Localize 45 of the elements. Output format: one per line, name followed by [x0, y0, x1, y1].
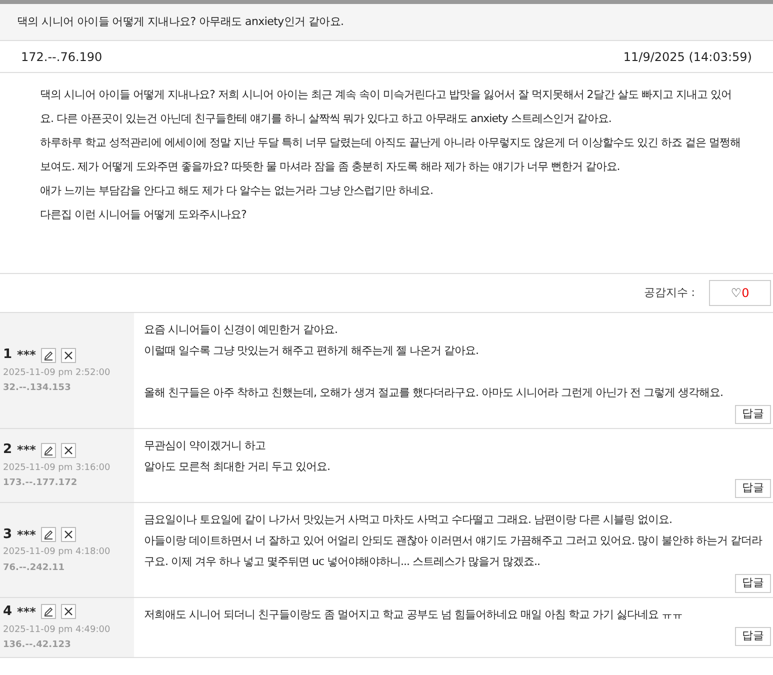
close-icon[interactable]	[60, 442, 76, 458]
comment-ip: 76.--.242.11	[3, 562, 66, 575]
reply-button[interactable]: 답글	[735, 405, 771, 424]
comment-time: 2025-11-09 pm 2:52:00	[3, 366, 112, 380]
edit-icon[interactable]	[40, 442, 56, 458]
comment-text: 알아도 모른척 최대한 거리 두고 있어요.	[144, 459, 331, 475]
comment-number: 2	[3, 441, 12, 460]
likes-label: 공감지수 :	[644, 284, 695, 301]
comment-text: 올해 친구들은 아주 착하고 친했는데, 오해가 생겨 절교를 했다더라구요. 아마도 시니어라 그런게 아닌가 전 그렇게 생각해요.	[144, 385, 724, 401]
close-icon[interactable]	[60, 348, 76, 362]
comment-time: 2025-11-09 pm 4:18:00	[3, 546, 112, 560]
comment-author: ***	[17, 604, 36, 621]
post-title: 댁의 시니어 아이들 어떻게 지내나요? 아무래도 anxiety인거 같아요.	[17, 14, 344, 30]
post-body-text: 애가 느끼는 부담감을 안다고 해도 제가 다 알수는 없는거라 그냥 안스럽기만 하네요.	[40, 183, 434, 199]
comment-time: 2025-11-09 pm 4:49:00	[3, 624, 112, 636]
comment-ip: 173.--.177.172	[3, 477, 78, 490]
edit-icon[interactable]	[40, 604, 56, 620]
comment-time: 2025-11-09 pm 3:16:00	[3, 462, 112, 475]
comment-text: 무관심이 약이겠거니 하고	[144, 438, 266, 454]
comment-text: 이럴때 일수록 그냥 맛있는거 해주고 편하게 해주는게 젤 나온거 같아요.	[144, 343, 480, 359]
post-date: 11/9/2025 (14:03:59)	[623, 48, 752, 66]
post-body-text: 댁의 시니어 아이들 어떻게 지내나요? 저희 시니어 아이는 최근 계속 속이 미슥거린다고 밥맛을 잃어서 잘 먹지못해서 2달간 살도 빠지고 지내고 있어요. 다른 아픈곳이 있는건 아닌데 친구들한테 얘기를 하니 살짝씩 뭐가 있다고 하고 아무래도 anxiety 스트레스인거 같아요.	[40, 87, 732, 127]
post-ip: 172.--.76.190	[21, 48, 102, 66]
comment-author: ***	[17, 347, 36, 364]
reply-button[interactable]: 답글	[735, 479, 771, 498]
comment-number: 3	[3, 526, 12, 544]
reply-button[interactable]: 답글	[735, 574, 771, 593]
post-body-text: 다른집 이런 시니어들 어떻게 도와주시나요?	[40, 207, 248, 223]
comment-ip: 136.--.42.123	[3, 639, 72, 652]
comment-number: 1	[3, 346, 12, 364]
edit-icon[interactable]	[40, 348, 56, 362]
close-icon[interactable]	[60, 604, 76, 620]
comment-author: ***	[17, 526, 36, 544]
post-body-text: 하루하루 학교 성적관리에 에세이에 정말 지난 두달 특히 너무 달렸는데 아직도 끝난게 아니라 아무렇지도 않은게 더 이상할수도 있긴 하죠 겉은 멀쩡해보여도. 제가 어떻게 도와주면 좋을까요? 따뜻한 물 마셔라 잠을 좀 충분히 자도록 해라 제가 하는 얘기가 너무 뻔한거 같아요.	[40, 135, 742, 175]
like-button[interactable]: ♡0	[709, 280, 771, 306]
comment-text: 아들이랑 데이트하면서 너 잘하고 있어 어얼리 안되도 괜찮아 이러면서 얘기도 가끔해주고 그러고 있어요. 많이 불안햐 하는거 같더라구요. 이제 겨우 하나 넣고 몇주뒤면 uc 넣어야해야하니... 스트레스가 많을거 많겠죠..	[144, 533, 764, 570]
comment-author: ***	[17, 442, 36, 459]
close-icon[interactable]	[60, 527, 76, 542]
comment-ip: 32.--.134.153	[3, 382, 72, 396]
comment-text: 금요일이나 토요일에 같이 나가서 맛있는거 사먹고 마차도 사먹고 수다떨고 그래요. 남편이랑 다른 시블링 없이요.	[144, 512, 673, 528]
comment-number: 4	[3, 603, 12, 621]
comment-text: 저희애도 시니어 되더니 친구들이랑도 좀 멀어지고 학교 공부도 넘 힘들어하네요 매일 아침 학교 가기 싫다네요 ㅠㅠ	[144, 607, 684, 623]
edit-icon[interactable]	[40, 527, 56, 542]
reply-button[interactable]: 답글	[735, 627, 771, 646]
comment-text: 요즘 시니어들이 신경이 예민한거 같아요.	[144, 322, 338, 338]
